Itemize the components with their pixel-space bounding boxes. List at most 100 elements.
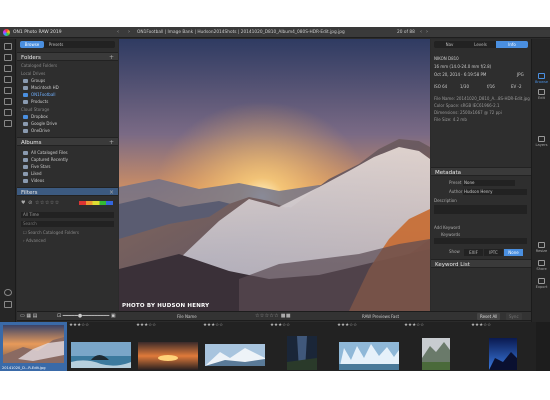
thumbnail-rating[interactable]: ★★★☆☆ [471,323,491,328]
thumbnail-rating[interactable]: ★★★☆☆ [136,323,156,328]
thumbnail-image [138,342,198,370]
filters-header[interactable]: Filters × [17,187,118,196]
keywords-field[interactable] [434,238,527,244]
grid-icon[interactable] [4,109,12,116]
tab-nav[interactable]: Nav [434,41,465,48]
advanced-toggle[interactable]: › Advanced [23,238,46,243]
recent-icon[interactable] [4,98,12,105]
time-filter-select[interactable]: All Time [21,212,114,218]
album-item[interactable]: Five Stars [23,164,51,170]
thumbnail [71,342,131,368]
cloud-item[interactable]: Google Drive [23,121,57,127]
breadcrumb[interactable]: ON1Football | Image Bank | Hudson2014Sho… [137,30,345,35]
add-keyword-label: Add Keyword [434,225,461,230]
cataloged-folders-label: Cataloged Folders [21,63,58,68]
album-item[interactable]: Liked [23,171,42,177]
filmstrip-item-selected[interactable]: 20141020_D...R-Edit.jpg [0,322,67,371]
filmstrip-item[interactable]: ★★★☆☆ [469,322,536,371]
folders-header[interactable]: Folders + [17,52,118,61]
folder-item[interactable]: Products [23,99,48,105]
forward-arrow-icon[interactable]: › [128,29,130,35]
thumbnail-image [3,325,64,363]
filter-icon[interactable] [4,120,12,127]
filters-close-icon[interactable]: × [109,189,114,196]
cloud-item[interactable]: Dropbox [23,114,48,120]
thumbnail-rating[interactable]: ★★★☆☆ [337,323,357,328]
album-item[interactable]: All Cataloged Files [23,150,68,156]
show-none-button[interactable]: None [504,249,523,256]
author-field[interactable]: Hudson Henry [463,189,527,195]
preset-select[interactable]: None [463,180,515,186]
folder-item-selected[interactable]: ON1Football [23,92,56,98]
tab-levels[interactable]: Levels [465,41,496,48]
thumbnail [489,338,517,370]
reset-all-button[interactable]: Reset All [477,313,501,320]
thumbnail [205,344,265,366]
module-export[interactable]: Export [532,278,550,289]
keyword-list-header[interactable]: Keyword List [431,259,531,268]
description-field[interactable] [434,205,527,214]
add-album-icon[interactable]: + [109,139,114,146]
next-image-icon[interactable]: › [426,29,428,35]
module-browse[interactable]: Browse [532,73,550,84]
cloud-item[interactable]: OneDrive [23,128,50,134]
drive-icon [23,79,28,83]
module-resize[interactable]: Resize [532,242,550,253]
rating-filter[interactable]: ☆☆☆☆☆ ■■ [255,313,291,319]
thumbnail [3,325,64,363]
metadata-header[interactable]: Metadata [431,167,531,176]
module-share[interactable]: Share [532,260,550,271]
view-mode-icon[interactable]: ▭ ▦ ▤ [20,313,37,319]
preview-mode-select[interactable]: Fast [391,314,399,319]
album-item[interactable]: Videos [23,178,44,184]
color-label-filter[interactable] [79,201,113,205]
tab-presets[interactable]: Presets [44,41,68,48]
filmstrip-item[interactable]: ★★★☆☆ [402,322,469,371]
back-arrow-icon[interactable]: ‹ [117,29,119,35]
thumbnail-rating[interactable]: ★★★☆☆ [69,323,89,328]
add-folder-icon[interactable]: + [109,54,114,61]
album-icon[interactable] [4,87,12,94]
message-icon[interactable] [4,301,12,308]
sort-select[interactable]: File Name [177,314,197,319]
filmstrip-item[interactable]: ★★★☆☆ [268,322,335,371]
camera-icon[interactable] [4,54,12,61]
file-format: JPG [517,72,524,77]
exif-ev: EV -2 [511,84,522,89]
selected-file-name: 20141020_D...R-Edit.jpg [2,366,46,370]
tab-browse[interactable]: Browse [20,41,44,48]
albums-header[interactable]: Albums + [17,137,118,146]
thumbnail-rating[interactable]: ★★★☆☆ [404,323,424,328]
folder-icon[interactable] [4,43,12,50]
filmstrip-item[interactable]: ★★★☆☆ [67,322,134,371]
module-edit[interactable]: Edit [532,89,550,100]
thumbnail-rating[interactable]: ★★★☆☆ [203,323,223,328]
show-exif-button[interactable]: EXIF [464,249,483,256]
lens-info: 16 mm (14.0-24.0 mm f/2.8) [434,64,492,69]
show-iptc-button[interactable]: IPTC [484,249,503,256]
filmstrip-item[interactable]: ★★★☆☆ [134,322,201,371]
album-item[interactable]: Captured Recently [23,157,68,163]
thumbnail-size-slider[interactable]: ⊡ ━━━━━●━━━━━━━━━ ▣ [57,313,116,319]
description-label: Description [434,198,457,203]
image-icon[interactable] [4,65,12,72]
file-size: File Size: 4.2 mb [434,117,467,122]
search-input[interactable]: Search [21,221,114,227]
filmstrip-item[interactable]: ★★★☆☆ [201,322,268,371]
thumbnail-rating[interactable]: ★★★☆☆ [270,323,290,328]
filmstrip-item[interactable]: ★★★☆☆ [335,322,402,371]
google-drive-icon [23,122,28,126]
module-layers[interactable]: Layers [532,136,550,147]
keyword-list-title: Keyword List [435,262,470,268]
image-viewer[interactable]: PHOTO BY HUDSON HENRY [119,39,430,311]
cloud-icon[interactable] [4,76,12,83]
folder-item[interactable]: Groups [23,78,45,84]
tab-info[interactable]: Info [496,41,528,48]
previous-image-icon[interactable]: ‹ [420,29,422,35]
filmstrip-scrollbar[interactable] [536,322,550,371]
sync-button[interactable]: Sync [506,313,522,320]
search-cataloged-checkbox[interactable]: ☐ Search Cataloged Folders [23,230,79,235]
folder-item[interactable]: Macintosh HD [23,85,59,91]
person-icon[interactable] [4,289,12,296]
filter-ratings-row[interactable]: ♥ ⊘ ☆☆☆☆☆ [21,200,60,206]
